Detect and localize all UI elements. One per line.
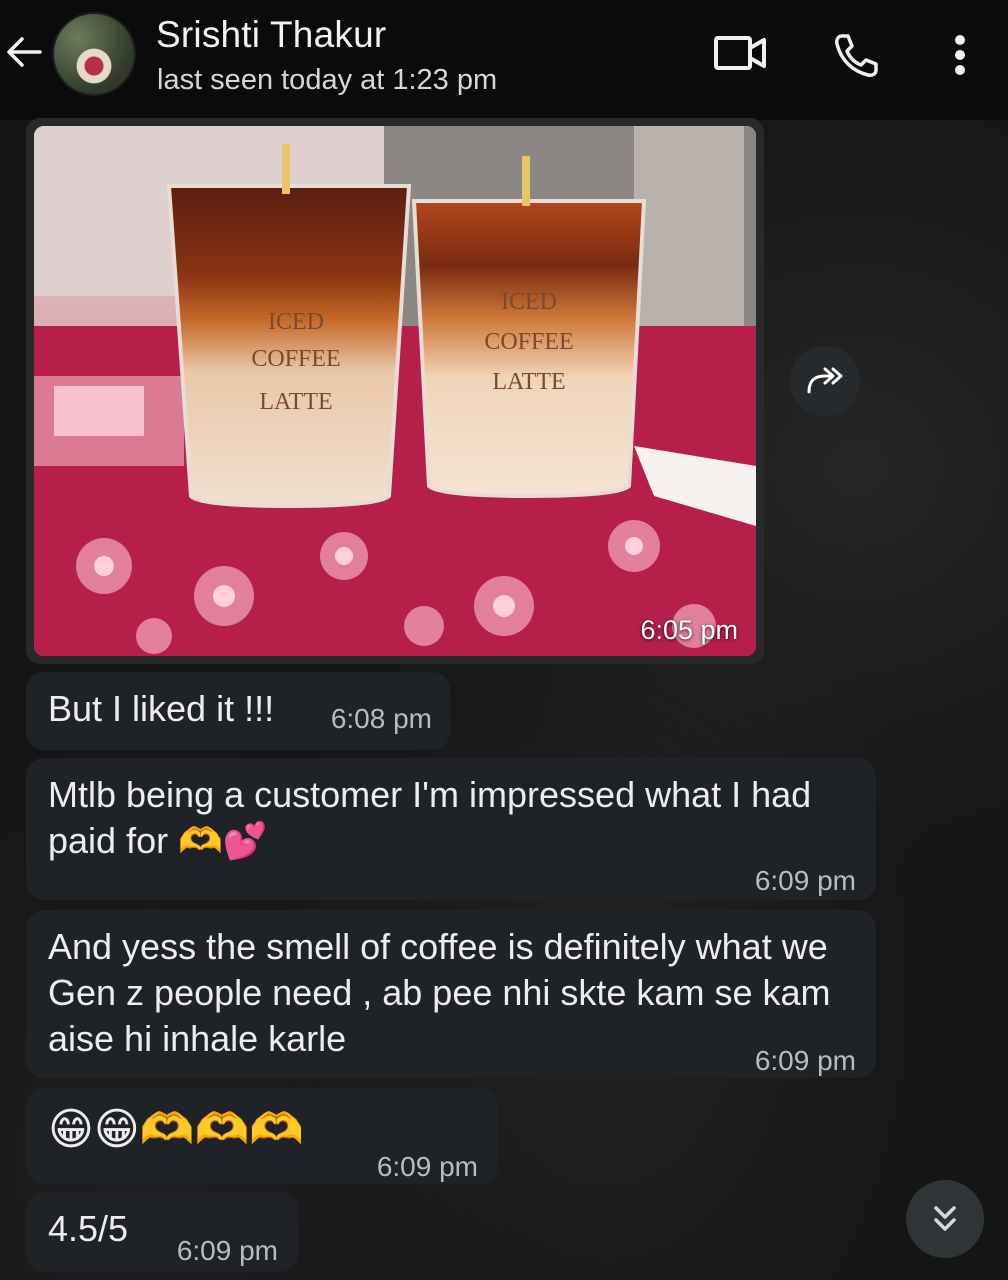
- message-time: 6:08 pm: [330, 703, 432, 734]
- message-text: 😁😁🫶🫶🫶: [48, 1105, 305, 1154]
- contact-name[interactable]: Srishti Thakur: [156, 14, 386, 56]
- message-text: Mtlb being a customer I'm impressed what…: [48, 774, 812, 861]
- cup-left-line-2: COFFEE: [251, 346, 340, 372]
- forward-button[interactable]: [790, 346, 860, 416]
- double-chevron-down-icon: [934, 1206, 956, 1231]
- message-time: 6:09 pm: [376, 1151, 478, 1182]
- chat-header: Srishti Thakur last seen today at 1:23 p…: [0, 0, 1008, 120]
- back-arrow-icon[interactable]: [2, 30, 46, 74]
- cup-left-line-3: LATTE: [259, 389, 332, 415]
- cup-left-line-1: ICED: [268, 309, 324, 335]
- message-text: 4.5/5: [48, 1208, 129, 1249]
- message-bubble[interactable]: But I liked it !!! 6:08 pm: [26, 672, 450, 750]
- message-text: But I liked it !!!: [48, 688, 275, 729]
- message-time: 6:09 pm: [754, 865, 856, 896]
- message-bubble[interactable]: And yess the smell of coffee is definite…: [26, 910, 876, 1078]
- message-time: 6:09 pm: [754, 1045, 856, 1076]
- message-text: And yess the smell of coffee is definite…: [48, 926, 831, 1059]
- forward-icon: [807, 367, 843, 394]
- scroll-to-bottom-button[interactable]: [906, 1180, 984, 1258]
- voice-call-icon[interactable]: [832, 30, 882, 80]
- message-bubble[interactable]: 4.5/5 6:09 pm: [26, 1192, 298, 1272]
- message-time: 6:09 pm: [176, 1235, 278, 1266]
- image-message[interactable]: ICED COFFEE LATTE ICED COFFEE LATTE 6:05…: [26, 118, 764, 664]
- video-call-icon[interactable]: [712, 30, 768, 76]
- iced-coffee-photo[interactable]: ICED COFFEE LATTE ICED COFFEE LATTE: [34, 126, 756, 656]
- message-bubble[interactable]: 😁😁🫶🫶🫶 6:09 pm: [26, 1088, 498, 1184]
- cup-right-line-2: COFFEE: [484, 329, 573, 355]
- cup-right-line-3: LATTE: [492, 369, 565, 395]
- cup-right-line-1: ICED: [501, 289, 557, 315]
- avatar[interactable]: [52, 12, 136, 96]
- more-options-icon[interactable]: [948, 30, 972, 80]
- last-seen-status: last seen today at 1:23 pm: [157, 64, 498, 96]
- message-time: 6:05 pm: [640, 615, 738, 645]
- message-bubble[interactable]: Mtlb being a customer I'm impressed what…: [26, 758, 876, 900]
